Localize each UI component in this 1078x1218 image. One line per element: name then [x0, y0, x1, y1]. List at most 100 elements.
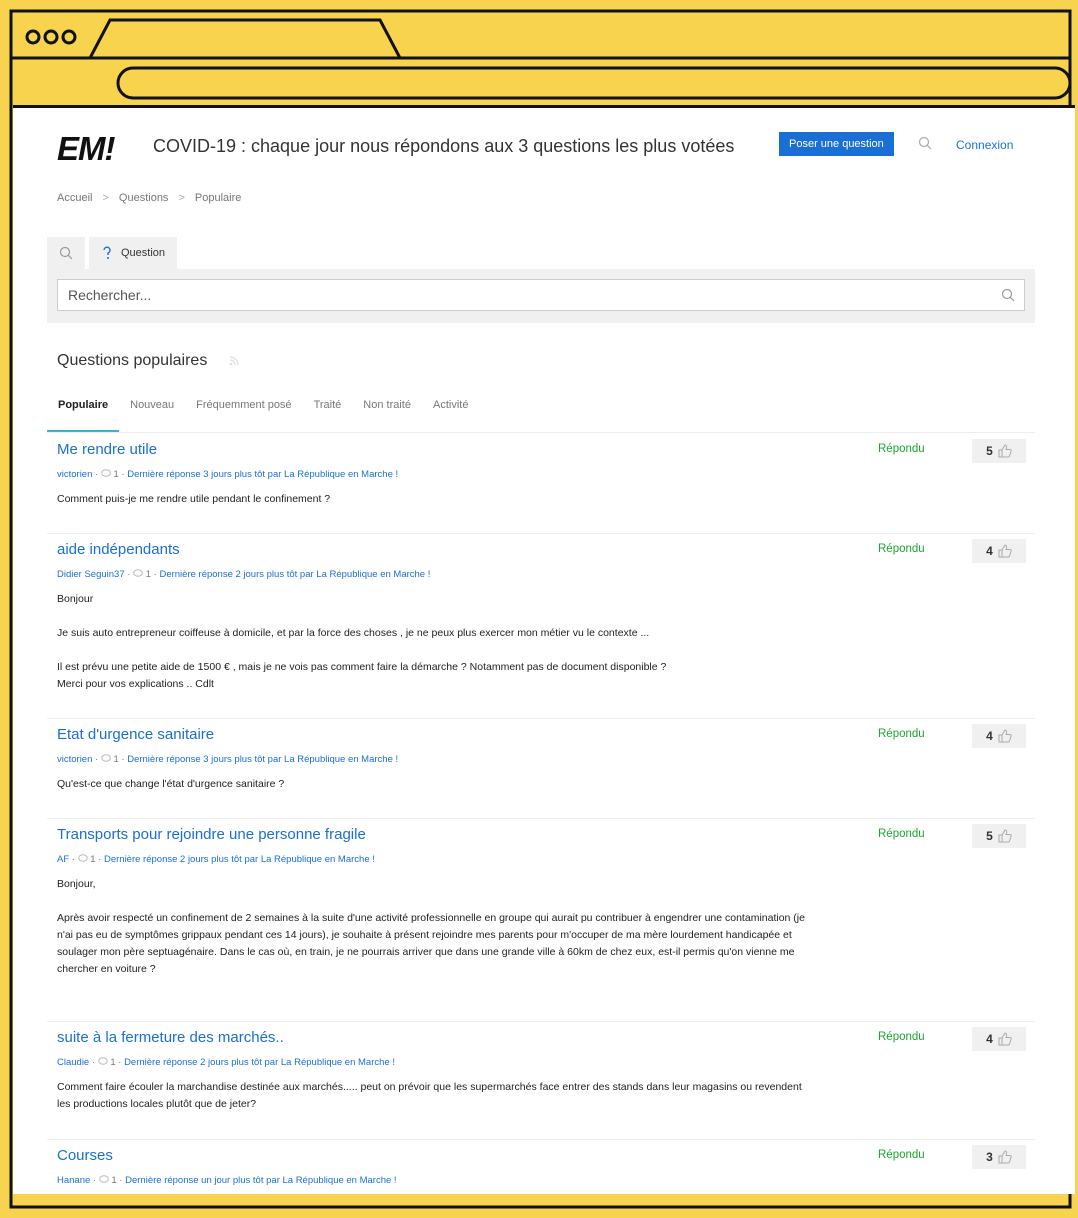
last-reply[interactable]: Dernière réponse 3 jours plus tôt par La…	[127, 754, 398, 765]
vote-count: 5	[986, 444, 993, 458]
search-input[interactable]	[57, 279, 1025, 311]
status-badge: Répondu	[878, 828, 925, 840]
search-tab[interactable]	[47, 237, 85, 269]
question-paragraph: Je suis auto entrepreneur coiffeuse à do…	[57, 627, 650, 639]
question-meta: victorien · 1 · Dernière réponse 3 jours…	[57, 469, 399, 480]
section-title: Questions populaires	[57, 352, 208, 369]
tab-non-traite[interactable]: Non traité	[352, 396, 422, 432]
question-body: Bonjour Je suis auto entrepreneur coiffeu…	[57, 591, 817, 710]
question-body: Comment faire écouler la marchandise des…	[57, 1079, 817, 1130]
vote-button[interactable]: 4	[972, 539, 1026, 563]
question-item: Me rendre utile victorien · 1 · Dernière …	[47, 433, 1035, 534]
question-title[interactable]: Courses	[57, 1147, 113, 1164]
breadcrumb-questions[interactable]: Questions	[119, 192, 169, 204]
answer-count: 1	[113, 754, 119, 765]
rss-icon[interactable]	[229, 356, 239, 366]
status-badge: Répondu	[878, 728, 925, 740]
last-reply[interactable]: Dernière réponse 2 jours plus tôt par La…	[124, 1057, 395, 1068]
question-paragraph: Bonjour	[57, 593, 94, 605]
question-meta: Didier Seguin37 · 1 · Dernière réponse 2…	[57, 569, 431, 580]
comment-icon	[97, 1057, 108, 1065]
answer-count: 1	[145, 569, 151, 580]
breadcrumb-separator: >	[102, 192, 109, 204]
web-page: EM! COVID-19 : chaque jour nous répondon…	[13, 105, 1075, 1194]
question-title[interactable]: Etat d'urgence sanitaire	[57, 726, 214, 743]
comment-icon	[133, 569, 143, 577]
question-item: Etat d'urgence sanitaire victorien · 1 · …	[47, 718, 1035, 819]
vote-button[interactable]: 5	[972, 824, 1026, 848]
question-item: Courses Hanane · 1 · Dernière réponse un …	[47, 1139, 1035, 1194]
last-reply[interactable]: Dernière réponse 3 jours plus tôt par La…	[127, 469, 398, 480]
comment-icon	[101, 469, 111, 477]
status-badge: Répondu	[878, 1031, 925, 1043]
status-badge: Répondu	[878, 543, 925, 555]
last-reply[interactable]: Dernière réponse 2 jours plus tôt par La…	[104, 854, 375, 865]
question-paragraph: Bonjour,	[57, 878, 96, 890]
answer-count: 1	[111, 1175, 117, 1186]
answer-count: 1	[90, 854, 96, 865]
question-body: Comment puis-je me rendre utile pendant …	[57, 491, 817, 525]
question-author[interactable]: victorien	[57, 754, 92, 765]
question-item: suite à la fermeture des marchés.. Claudi…	[47, 1021, 1035, 1140]
question-paragraph: Il est prévu une petite aide de 1500 € ,…	[57, 661, 667, 690]
question-author[interactable]: Didier Seguin37	[57, 569, 125, 580]
site-title: COVID-19 : chaque jour nous répondons au…	[153, 136, 735, 156]
thumbs-up-icon	[998, 444, 1012, 458]
question-tab[interactable]: Question	[89, 237, 178, 269]
tab-nouveau[interactable]: Nouveau	[119, 396, 185, 432]
ask-question-button[interactable]: Poser une question	[779, 132, 894, 156]
question-meta: Hanane · 1 · Dernière réponse un jour pl…	[57, 1175, 397, 1186]
tab-frequemment-pose[interactable]: Fréquemment posé	[185, 396, 302, 432]
question-paragraph: Comment faire écouler la marchandise des…	[57, 1081, 802, 1110]
question-meta: AF · 1 · Dernière réponse 2 jours plus t…	[57, 854, 375, 865]
comment-icon	[101, 754, 111, 762]
vote-count: 4	[986, 1032, 993, 1046]
question-bulb-icon	[103, 246, 111, 259]
last-reply[interactable]: Dernière réponse un jour plus tôt par La…	[125, 1175, 396, 1186]
comment-icon	[98, 1175, 109, 1183]
breadcrumb-popular: Populaire	[194, 192, 242, 204]
question-author[interactable]: victorien	[57, 469, 92, 480]
question-title[interactable]: aide indépendants	[57, 541, 180, 558]
login-link[interactable]: Connexion	[956, 138, 1013, 152]
question-author[interactable]: AF	[57, 854, 69, 865]
site-logo[interactable]: EM!	[57, 130, 115, 168]
vote-button[interactable]: 4	[972, 724, 1026, 748]
question-title[interactable]: suite à la fermeture des marchés..	[57, 1029, 284, 1046]
tab-activite[interactable]: Activité	[422, 396, 479, 432]
vote-button[interactable]: 3	[972, 1145, 1026, 1169]
breadcrumb-home[interactable]: Accueil	[57, 192, 92, 204]
vote-count: 4	[986, 544, 993, 558]
tab-populaire[interactable]: Populaire	[47, 396, 120, 432]
comment-icon	[77, 854, 88, 862]
search-panel	[47, 269, 1035, 323]
question-body: Bonjour, Après avoir respecté un confinem…	[57, 876, 817, 995]
vote-button[interactable]: 4	[972, 1027, 1026, 1051]
search-icon[interactable]	[1001, 288, 1015, 302]
vote-button[interactable]: 5	[972, 439, 1026, 463]
question-item: aide indépendants Didier Seguin37 · 1 · D…	[47, 533, 1035, 719]
question-meta: victorien · 1 · Dernière réponse 3 jours…	[57, 754, 399, 765]
status-badge: Répondu	[878, 443, 925, 455]
answer-count: 1	[113, 469, 119, 480]
question-body: Qu'est-ce que change l'état d'urgence sa…	[57, 776, 817, 810]
thumbs-up-icon	[998, 829, 1012, 843]
search-icon[interactable]	[918, 136, 932, 150]
thumbs-up-icon	[998, 544, 1012, 558]
thumbs-up-icon	[998, 1032, 1012, 1046]
thumbs-up-icon	[998, 729, 1012, 743]
last-reply[interactable]: Dernière réponse 2 jours plus tôt par La…	[159, 569, 430, 580]
question-tab-label: Question	[121, 247, 166, 259]
thumbs-up-icon	[998, 1150, 1012, 1164]
tab-traite[interactable]: Traité	[303, 396, 353, 432]
question-author[interactable]: Hanane	[57, 1175, 90, 1186]
question-item: Transports pour rejoindre une personne f…	[47, 818, 1035, 1022]
question-paragraph: Comment puis-je me rendre utile pendant …	[57, 493, 331, 505]
breadcrumb-separator: >	[178, 192, 185, 204]
filter-tabs: Populaire Nouveau Fréquemment posé Trait…	[47, 396, 1035, 433]
question-author[interactable]: Claudie	[57, 1057, 89, 1068]
question-paragraph: Après avoir respecté un confinement de 2…	[57, 912, 805, 975]
question-title[interactable]: Me rendre utile	[57, 441, 157, 458]
vote-count: 4	[986, 729, 993, 743]
question-title[interactable]: Transports pour rejoindre une personne f…	[57, 826, 366, 843]
